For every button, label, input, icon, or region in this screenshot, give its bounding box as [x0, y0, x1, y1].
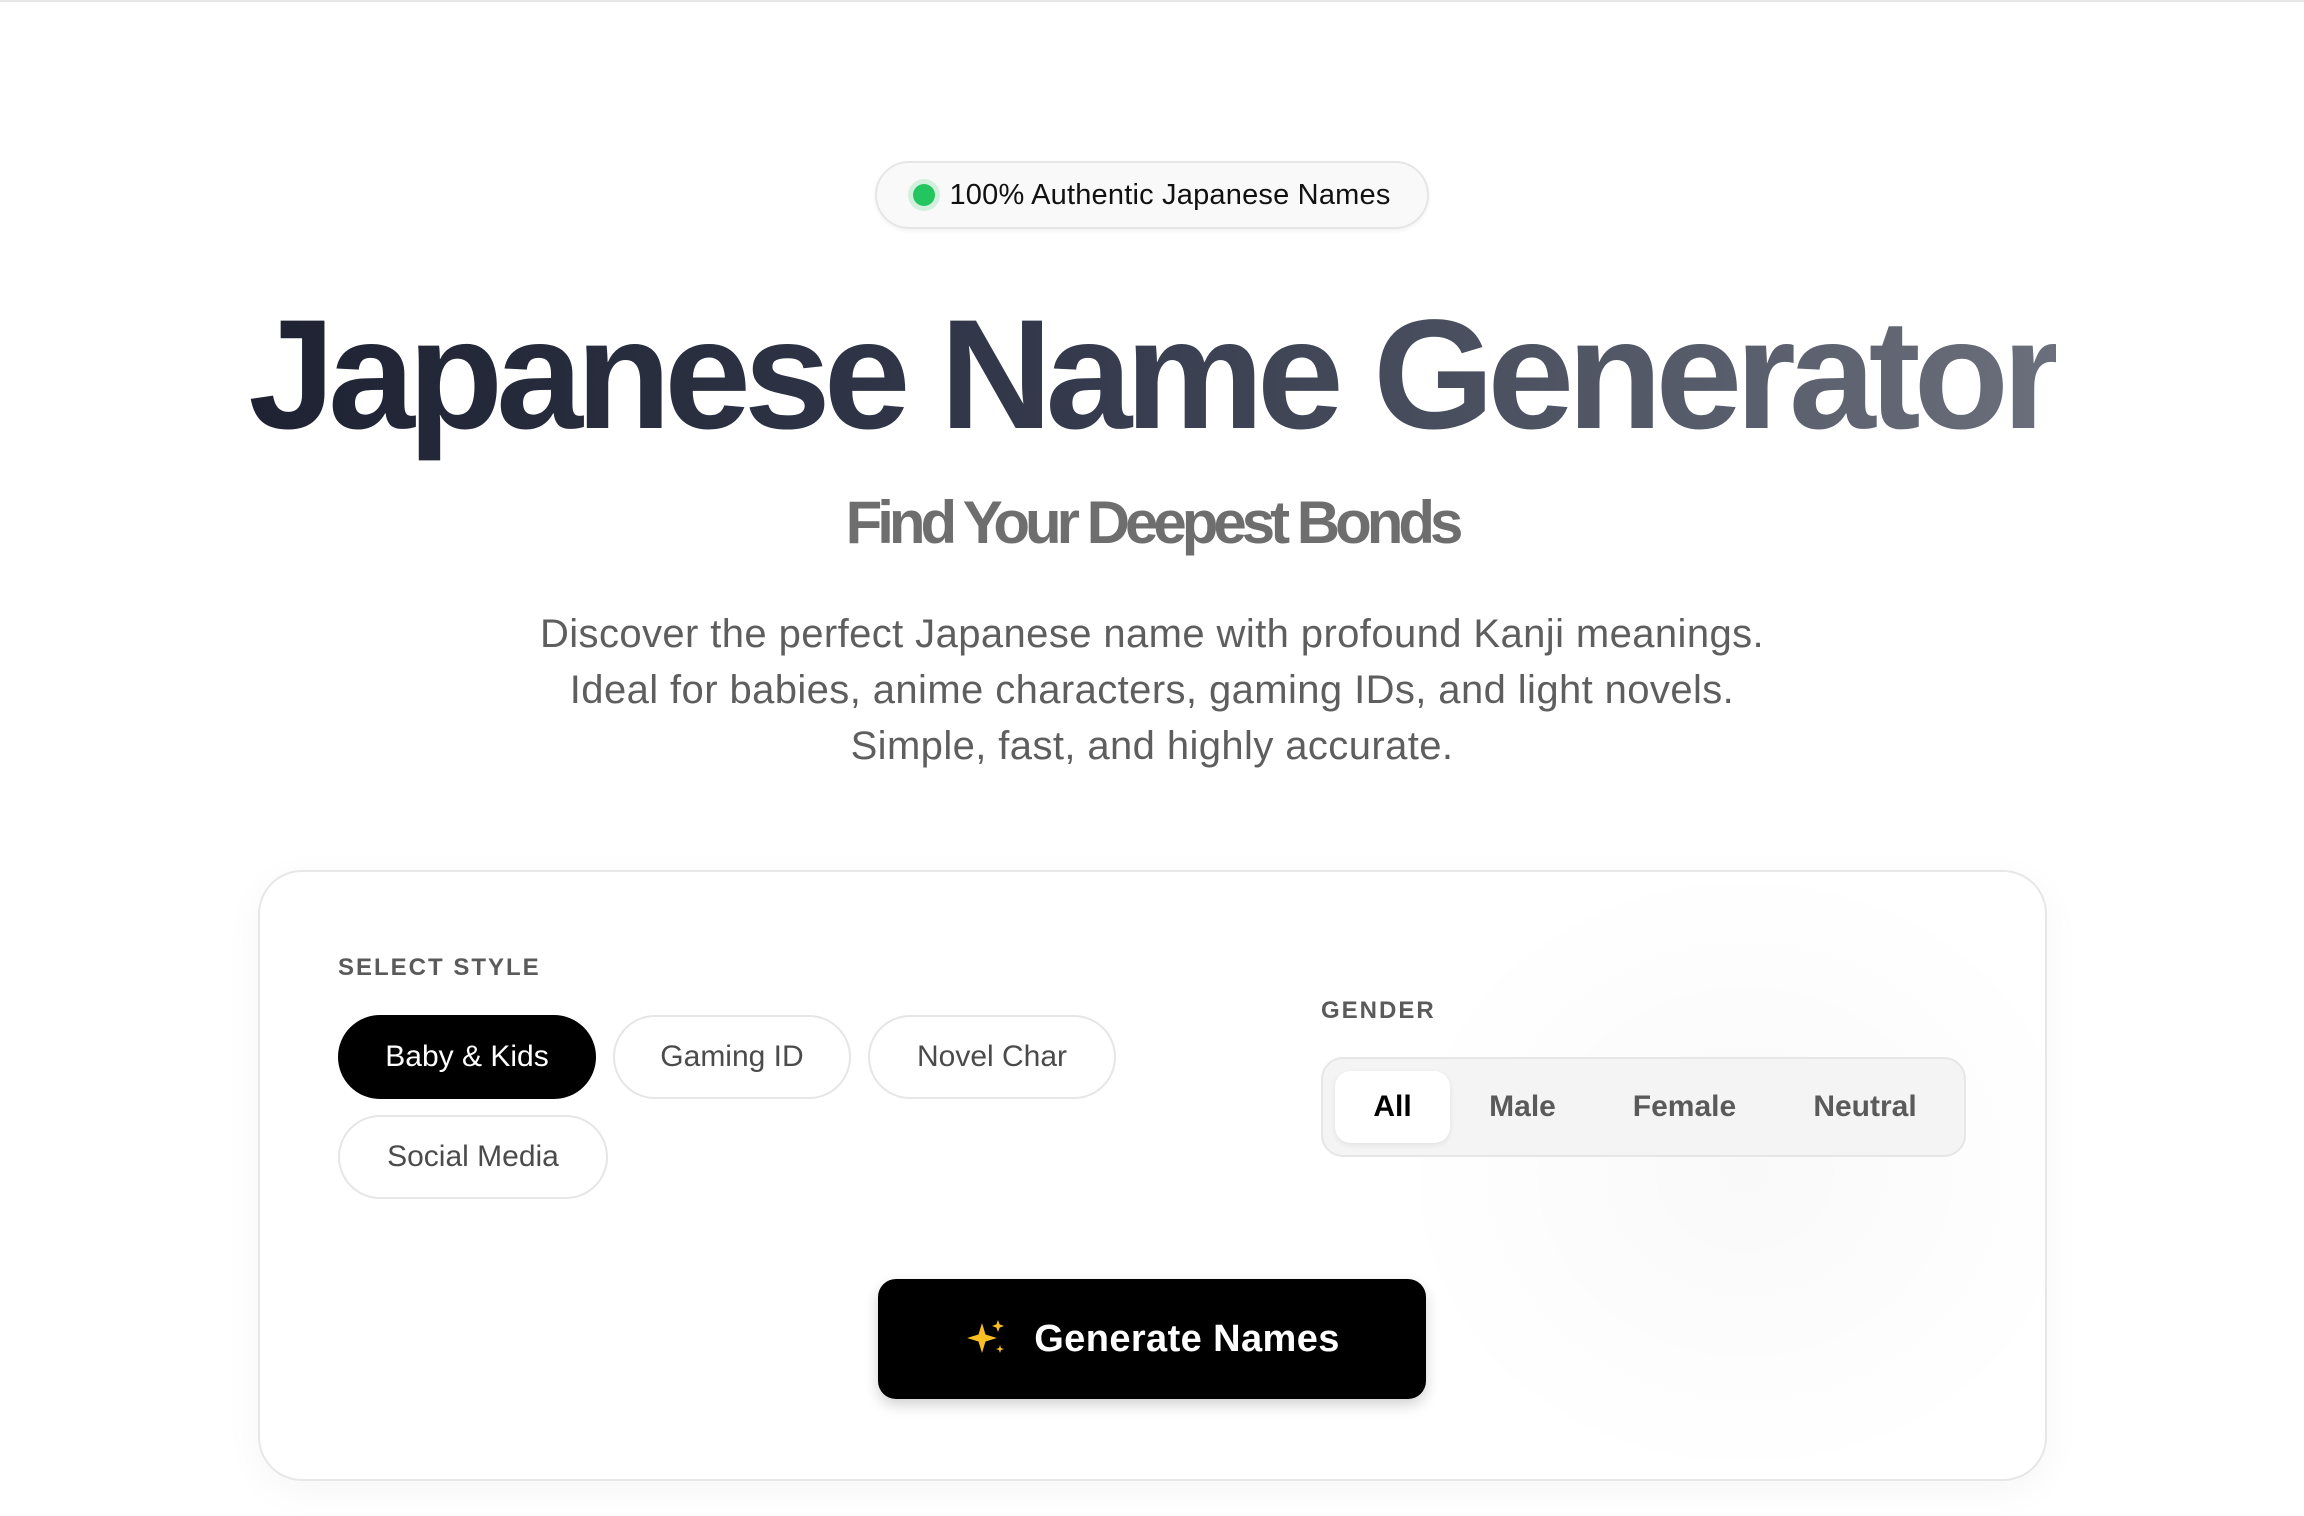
generate-button-label: Generate Names	[1034, 1317, 1340, 1360]
sparkles-icon	[967, 1320, 1005, 1353]
style-section-label: SELECT STYLE	[338, 954, 541, 981]
top-divider	[0, 0, 2304, 2]
style-chip-social-media[interactable]: Social Media	[338, 1115, 608, 1199]
gender-option-neutral[interactable]: Neutral	[1780, 1071, 1950, 1143]
badge-text: 100% Authentic Japanese Names	[949, 178, 1391, 211]
gender-option-female[interactable]: Female	[1598, 1071, 1771, 1143]
page-title-text: Japanese Name Generator	[248, 288, 2062, 462]
style-chip-novel-char[interactable]: Novel Char	[868, 1015, 1116, 1099]
gender-option-all[interactable]: All	[1335, 1071, 1450, 1143]
page-subtitle: Find Your Deepest Bonds	[845, 489, 1464, 556]
description-line-3: Simple, fast, and highly accurate.	[850, 724, 1454, 768]
hero-description: Discover the perfect Japanese name with …	[0, 606, 2304, 774]
generate-names-button[interactable]: Generate Names	[878, 1279, 1426, 1399]
style-chip-baby-kids[interactable]: Baby & Kids	[338, 1015, 596, 1099]
status-dot-icon	[913, 184, 936, 206]
page: 100% Authentic Japanese Names Japanese N…	[0, 0, 2304, 1516]
gender-section-label: GENDER	[1321, 997, 1436, 1024]
authentic-badge: 100% Authentic Japanese Names	[875, 161, 1429, 229]
card-background-glow	[1385, 872, 2045, 1479]
style-chip-gaming-id[interactable]: Gaming ID	[613, 1015, 851, 1099]
description-line-1: Discover the perfect Japanese name with …	[539, 612, 1765, 656]
description-line-2: Ideal for babies, anime characters, gami…	[569, 668, 1735, 712]
page-title: Japanese Name Generator	[0, 280, 2304, 470]
gender-option-male[interactable]: Male	[1460, 1071, 1585, 1143]
